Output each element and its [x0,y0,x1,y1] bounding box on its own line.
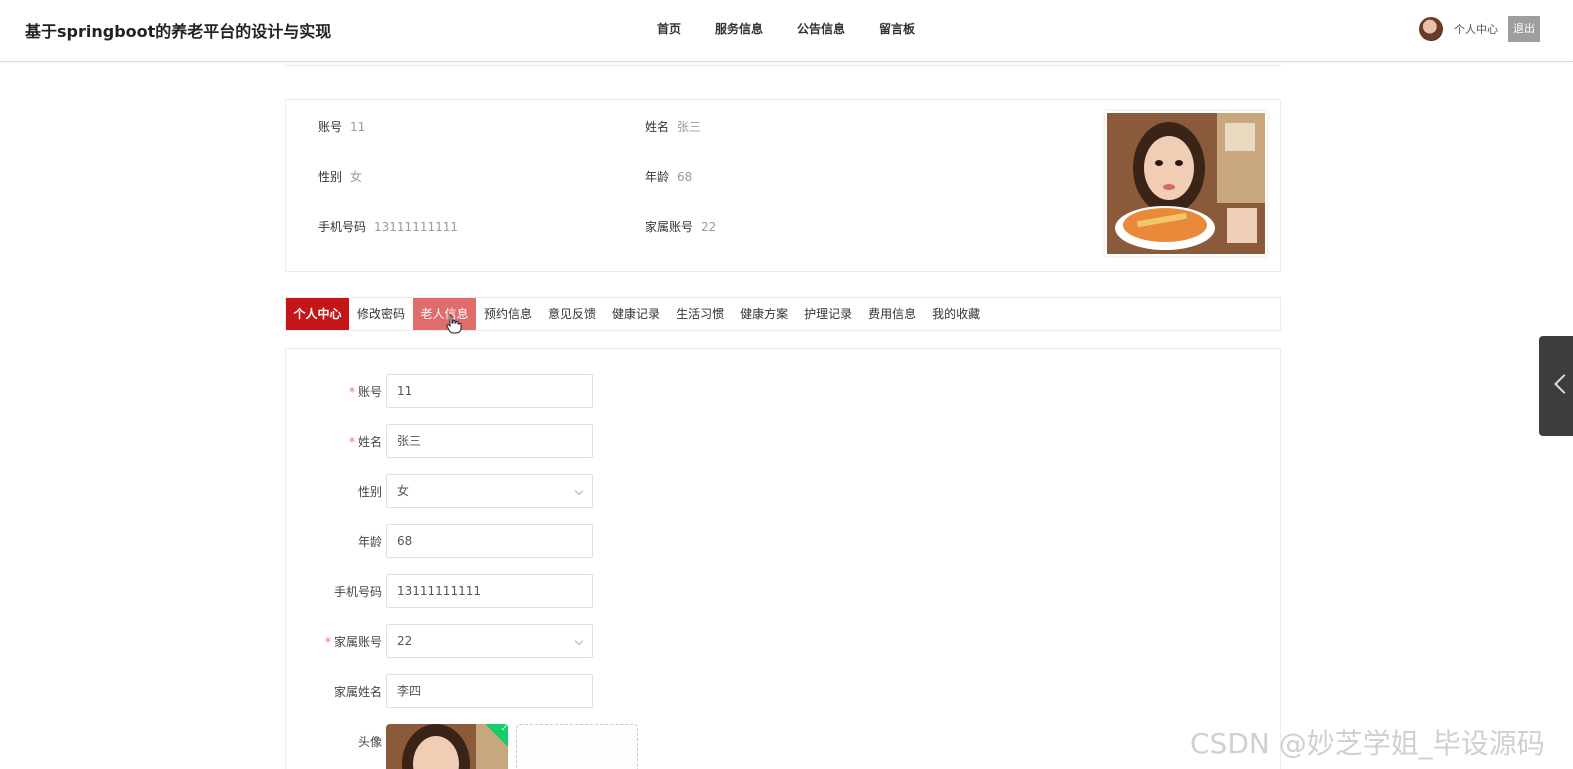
name-input[interactable]: 张三 [386,424,593,458]
form-row-phone: 手机号码 13111111111 [286,574,686,608]
form-row-account: * 账号 11 [286,374,686,408]
nav-item-services[interactable]: 服务信息 [715,20,763,37]
info-name: 姓名 张三 [645,120,702,134]
tab-elder-info[interactable]: 老人信息 [413,298,477,330]
avatar-thumbnail[interactable]: ✓ [386,724,508,769]
tab-change-password[interactable]: 修改密码 [349,298,413,330]
tab-feedback[interactable]: 意见反馈 [540,298,604,330]
user-area: 个人中心 退出 [1419,16,1540,42]
account-input[interactable]: 11 [386,374,593,408]
tab-favorites[interactable]: 我的收藏 [924,298,988,330]
watermark: CSDN @妙芝学姐_毕设源码 [1190,727,1545,760]
top-navbar: 基于springboot的养老平台的设计与实现 首页 服务信息 公告信息 留言板… [0,0,1573,62]
chevron-down-icon [574,636,584,646]
tab-personal-center[interactable]: 个人中心 [286,298,349,330]
tab-living-habits[interactable]: 生活习惯 [668,298,732,330]
family-account-select-value: 22 [397,634,413,648]
family-account-select[interactable]: 22 [386,624,593,658]
profile-info-card: 账号 11 姓名 张三 性别女 年龄 68 手机号码 13111111111 家属账号 2… [285,99,1281,272]
tab-nursing-records[interactable]: 护理记录 [796,298,860,330]
form-row-age: 年龄 68 [286,524,686,558]
form-row-avatar: 头像 ✓ [286,724,686,769]
field-label: * 姓名 [348,435,382,449]
chevron-down-icon [574,486,584,496]
field-label: * 家属账号 [324,635,382,649]
profile-tabs: 个人中心 修改密码 老人信息 预约信息 意见反馈 健康记录 生活习惯 健康方案 … [285,297,1281,331]
elder-info-form: * 账号 11 * 姓名 张三 性别 女 年龄 68 手机号码 1311111111… [285,348,1281,769]
phone-input[interactable]: 13111111111 [386,574,593,608]
gender-select-value: 女 [397,484,410,498]
site-title: 基于springboot的养老平台的设计与实现 [25,22,332,41]
avatar-label: 头像 [357,735,382,749]
info-age: 年龄 68 [645,170,693,184]
divider [285,65,1281,66]
chevron-left-icon [1554,374,1573,394]
form-row-gender: 性别 女 [286,474,686,508]
info-family-account: 家属账号 22 [645,220,717,234]
side-panel-toggle[interactable] [1539,336,1573,436]
field-label: 家属姓名 [333,685,382,699]
nav-item-announcements[interactable]: 公告信息 [797,20,845,37]
logout-button[interactable]: 退出 [1508,16,1540,42]
main-nav: 首页 服务信息 公告信息 留言板 [640,20,949,37]
field-label: 年龄 [357,535,382,549]
nav-item-home[interactable]: 首页 [657,20,681,37]
gender-select[interactable]: 女 [386,474,593,508]
user-center-link[interactable]: 个人中心 [1454,21,1498,37]
tab-health-records[interactable]: 健康记录 [604,298,668,330]
family-name-input[interactable]: 李四 [386,674,593,708]
avatar-upload-button[interactable] [516,724,638,769]
profile-photo [1105,111,1267,256]
age-input[interactable]: 68 [386,524,593,558]
info-gender: 性别女 [318,170,363,184]
hand-cursor-icon [446,314,462,334]
field-label: * 账号 [348,385,382,399]
field-label: 性别 [357,485,382,499]
tab-fees[interactable]: 费用信息 [860,298,924,330]
info-phone: 手机号码 13111111111 [318,220,458,234]
user-avatar[interactable] [1419,17,1443,41]
nav-item-message-board[interactable]: 留言板 [879,20,915,37]
form-row-family-account: * 家属账号 22 [286,624,686,658]
form-row-name: * 姓名 张三 [286,424,686,458]
info-account: 账号 11 [318,120,366,134]
tab-appointments[interactable]: 预约信息 [476,298,540,330]
form-row-family-name: 家属姓名 李四 [286,674,686,708]
tab-health-plans[interactable]: 健康方案 [732,298,796,330]
field-label: 手机号码 [333,585,382,599]
